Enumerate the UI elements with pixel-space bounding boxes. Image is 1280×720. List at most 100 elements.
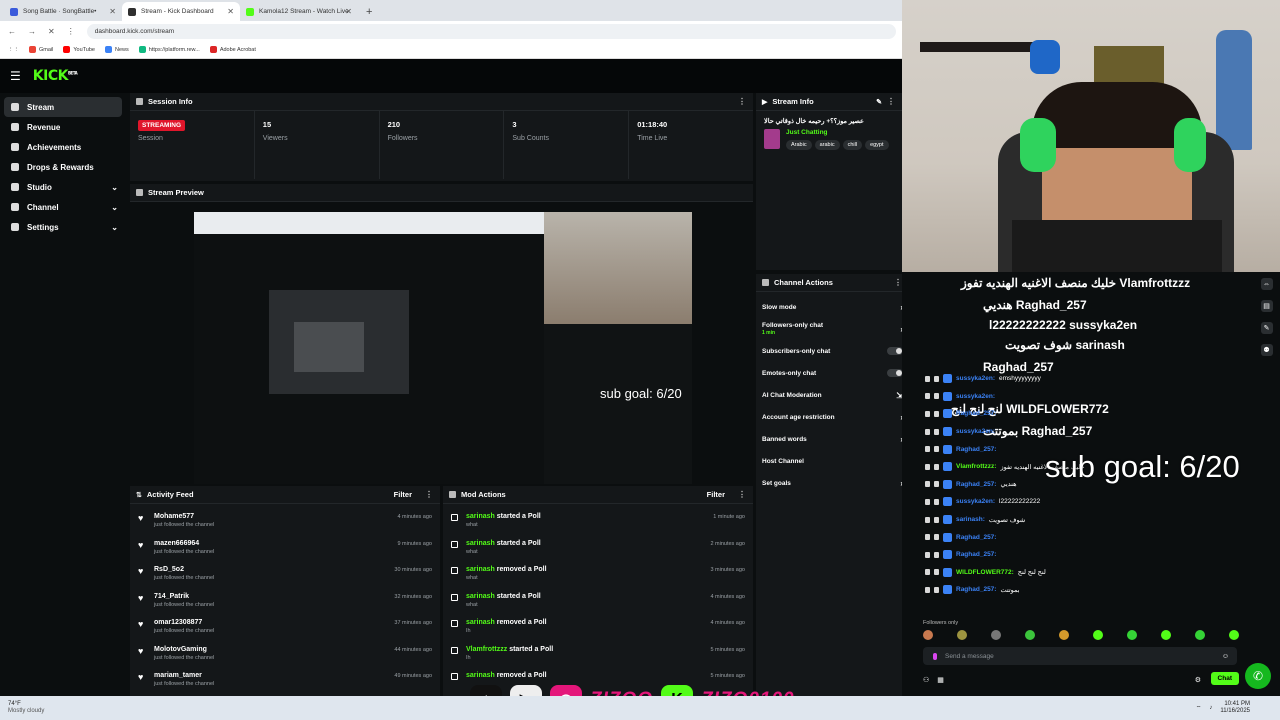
badge-icon	[943, 427, 952, 437]
sidebar-item-studio[interactable]: Studio ⌄	[4, 177, 122, 197]
wifi-icon[interactable]: ⌔	[1196, 704, 1202, 712]
list-item: sarinash started a Poll what 1 minute ago	[443, 508, 753, 535]
emote-icon[interactable]	[1127, 630, 1137, 640]
emote-icon[interactable]	[991, 630, 1001, 640]
emoji-icon[interactable]: ☺	[1222, 653, 1229, 660]
apps-icon[interactable]: ⋮⋮	[8, 47, 19, 53]
poll-icon	[451, 646, 458, 654]
sidebar-item-stream[interactable]: Stream	[4, 97, 122, 117]
kick-logo[interactable]: KICKBETA	[33, 68, 78, 84]
action-set-goals[interactable]: Set goals›	[756, 472, 902, 494]
emote-icon[interactable]	[923, 630, 933, 640]
chat-message[interactable]: sussyka2en: l22222222222	[913, 493, 1253, 511]
chat-message[interactable]: sussyka2en:	[913, 388, 1253, 406]
settings-gear-icon[interactable]: ⚙	[1195, 676, 1201, 684]
sidebar-item-channel[interactable]: Channel ⌄	[4, 197, 122, 217]
back-icon[interactable]: ←	[8, 27, 16, 36]
browser-tab-songbattle[interactable]: Song Battle · SongBattle• ✕	[4, 2, 122, 21]
badge-icon	[943, 497, 952, 507]
headphone-left	[1020, 118, 1056, 172]
action-host-channel[interactable]: Host Channel	[756, 450, 902, 472]
emote-icon[interactable]	[957, 630, 967, 640]
gmail-icon	[29, 46, 36, 53]
emote-icon[interactable]	[1059, 630, 1069, 640]
menu-icon[interactable]: ☰	[10, 69, 21, 83]
badge-icon	[943, 550, 952, 560]
emote-icon[interactable]	[1093, 630, 1103, 640]
preview-chat	[544, 324, 692, 484]
expand-icon[interactable]: ⇔	[1260, 278, 1273, 290]
toggle-switch[interactable]	[887, 369, 902, 377]
emote-icon[interactable]	[1229, 630, 1239, 640]
chat-message[interactable]: Raghad_257:	[913, 546, 1253, 564]
chat-message[interactable]: WILDFLOWER772: لنج لنج لنج	[913, 564, 1253, 582]
browser-tab-kick-dashboard[interactable]: Stream - Kick Dashboard ✕	[122, 2, 240, 21]
bookmark-gmail[interactable]: Gmail	[29, 46, 53, 53]
emote-icon[interactable]	[1195, 630, 1205, 640]
action-subscribers-only[interactable]: Subscribers-only chat	[756, 340, 902, 362]
more-icon[interactable]: ⋮	[738, 490, 746, 499]
filter-button[interactable]: Filter	[707, 490, 725, 499]
panel-title: Session Info	[148, 97, 193, 106]
action-banned-words[interactable]: Banned words›	[756, 428, 902, 450]
chevron-down-icon: ⌄	[111, 222, 118, 232]
tab-close-icon[interactable]: ✕	[109, 7, 116, 16]
mod-actions-panel: Mod Actions Filter ⋮ sarinash started a …	[443, 486, 753, 696]
action-followers-only[interactable]: Followers-only chat1 min›	[756, 318, 902, 340]
bookmark-platform[interactable]: https://platform.rew...	[138, 46, 200, 53]
emote-icon[interactable]	[1161, 630, 1171, 640]
stream-preview-video[interactable]: sub goal: 6/20	[194, 212, 692, 484]
reload-icon[interactable]: ✕	[48, 27, 55, 36]
action-slow-mode[interactable]: Slow mode›	[756, 296, 902, 318]
toggle-switch[interactable]	[887, 347, 902, 355]
tab-close-icon[interactable]: ✕	[345, 7, 352, 16]
filter-button[interactable]: Filter	[394, 490, 412, 499]
bookmark-acrobat[interactable]: Adobe Acrobat	[209, 46, 256, 53]
action-ai-moderation[interactable]: AI Chat Moderation ⇲	[756, 384, 902, 406]
chat-fab-button[interactable]: ✆	[1245, 663, 1271, 689]
forward-icon[interactable]: →	[28, 27, 36, 36]
chat-message[interactable]: Raghad_257:	[913, 528, 1253, 546]
chat-message[interactable]: sarinash: شوف تصويت	[913, 511, 1253, 529]
sidebar-item-drops[interactable]: Drops & Rewards	[4, 157, 122, 177]
action-account-age[interactable]: Account age restriction›	[756, 406, 902, 428]
chat-message[interactable]: Raghad_257:	[913, 405, 1253, 423]
bookmark-news[interactable]: News	[105, 46, 129, 53]
chat-message[interactable]: sussyka2en:	[913, 423, 1253, 441]
weather-widget[interactable]: 74°F Mostly cloudy	[0, 701, 44, 715]
category-name[interactable]: Just Chatting	[786, 129, 889, 136]
new-tab-button[interactable]: +	[366, 6, 372, 18]
sidebar-item-settings[interactable]: Settings ⌄	[4, 217, 122, 237]
volume-icon[interactable]: ♪	[1209, 705, 1212, 711]
tab-close-icon[interactable]: ✕	[227, 7, 234, 16]
sidebar-item-revenue[interactable]: Revenue	[4, 117, 122, 137]
site-info-icon[interactable]: ⋮	[67, 27, 75, 36]
more-icon[interactable]: ⋮	[894, 278, 902, 287]
url-input[interactable]: dashboard.kick.com/stream	[86, 23, 896, 39]
edit-icon[interactable]: ✎	[876, 98, 882, 106]
chat-input[interactable]: Send a message ☺	[923, 647, 1237, 665]
stream-category: Just Chatting Arabic arabic chill egypt	[756, 125, 902, 150]
chevron-right-icon: ›	[900, 303, 902, 312]
chat-message[interactable]: Raghad_257: بموتتت	[913, 581, 1253, 599]
more-icon[interactable]: ⋮	[738, 97, 746, 106]
more-icon[interactable]: ⋮	[887, 97, 895, 106]
calendar-icon[interactable]: ▦	[937, 676, 944, 684]
more-icon[interactable]: ⋮	[425, 490, 433, 499]
mod-tools-icon[interactable]: ⚇	[923, 676, 929, 684]
chat-message[interactable]: sussyka2en: emshyyyyyyyy	[913, 370, 1253, 388]
mod-panel-icon[interactable]: ▤	[1260, 300, 1273, 312]
emote-icon[interactable]	[1025, 630, 1035, 640]
bookmark-youtube[interactable]: YouTube	[63, 46, 95, 53]
wrench-icon[interactable]: ✎	[1260, 322, 1273, 334]
category-thumbnail[interactable]	[764, 129, 780, 149]
activity-feed-panel: ⇅ Activity Feed Filter ⋮ ♥ Mohame577 just …	[130, 486, 440, 696]
browser-tab-kamola[interactable]: Kamola12 Stream - Watch Live ✕	[240, 2, 358, 21]
sidebar-item-achievements[interactable]: Achievements	[4, 137, 122, 157]
action-emotes-only[interactable]: Emotes-only chat	[756, 362, 902, 384]
status-badge: STREAMING	[138, 120, 185, 131]
users-icon[interactable]: ⚉	[1260, 344, 1273, 356]
clock[interactable]: 10:41 PM 11/16/2025	[1220, 701, 1250, 715]
chat-send-button[interactable]: Chat	[1210, 672, 1239, 685]
stat-time-live: 01:18:40 Time Live	[637, 120, 668, 142]
